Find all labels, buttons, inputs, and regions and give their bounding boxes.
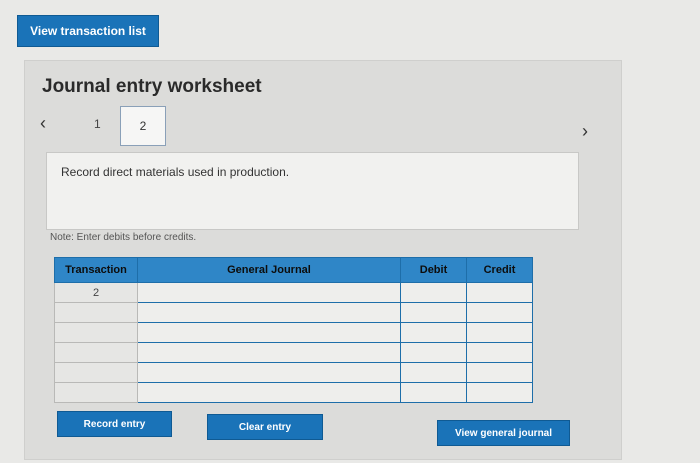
header-general-journal: General Journal bbox=[137, 257, 401, 283]
table-row bbox=[54, 382, 533, 403]
journal-table: Transaction General Journal Debit Credit… bbox=[54, 257, 533, 403]
account-cell[interactable] bbox=[137, 382, 401, 403]
debit-cell[interactable] bbox=[400, 382, 467, 403]
step-2-label: 2 bbox=[139, 119, 147, 133]
transaction-cell bbox=[54, 322, 138, 343]
transaction-cell bbox=[54, 362, 138, 383]
step-2-tab[interactable]: 2 bbox=[120, 106, 166, 146]
credit-cell[interactable] bbox=[466, 382, 533, 403]
header-debit: Debit bbox=[400, 257, 467, 283]
credit-cell[interactable] bbox=[466, 282, 533, 303]
credit-cell[interactable] bbox=[466, 302, 533, 323]
debit-cell[interactable] bbox=[400, 342, 467, 363]
header-transaction: Transaction bbox=[54, 257, 138, 283]
transaction-cell bbox=[54, 342, 138, 363]
debit-cell[interactable] bbox=[400, 282, 467, 303]
credit-cell[interactable] bbox=[466, 362, 533, 383]
step-1-tab[interactable]: 1 bbox=[94, 117, 101, 131]
description-text: Record direct materials used in producti… bbox=[61, 165, 290, 179]
debit-cell[interactable] bbox=[400, 322, 467, 343]
view-transaction-list-button[interactable]: View transaction list bbox=[17, 15, 159, 47]
account-cell[interactable] bbox=[137, 362, 401, 383]
account-cell[interactable] bbox=[137, 342, 401, 363]
table-row bbox=[54, 302, 533, 323]
header-credit: Credit bbox=[466, 257, 533, 283]
credit-cell[interactable] bbox=[466, 322, 533, 343]
transaction-cell: 2 bbox=[54, 282, 138, 303]
table-row bbox=[54, 342, 533, 363]
table-row bbox=[54, 322, 533, 343]
debit-cell[interactable] bbox=[400, 302, 467, 323]
view-general-journal-button[interactable]: View general journal bbox=[437, 420, 570, 446]
table-row: 2 bbox=[54, 282, 533, 303]
description-box: Record direct materials used in producti… bbox=[46, 152, 579, 230]
worksheet-title: Journal entry worksheet bbox=[42, 76, 262, 97]
chevron-right-icon[interactable]: › bbox=[582, 121, 588, 142]
transaction-cell bbox=[54, 302, 138, 323]
account-cell[interactable] bbox=[137, 302, 401, 323]
account-cell[interactable] bbox=[137, 282, 401, 303]
transaction-cell bbox=[54, 382, 138, 403]
debit-cell[interactable] bbox=[400, 362, 467, 383]
account-cell[interactable] bbox=[137, 322, 401, 343]
note-text: Note: Enter debits before credits. bbox=[50, 232, 197, 243]
record-entry-button[interactable]: Record entry bbox=[57, 411, 172, 437]
chevron-left-icon[interactable]: ‹ bbox=[40, 113, 46, 134]
credit-cell[interactable] bbox=[466, 342, 533, 363]
clear-entry-button[interactable]: Clear entry bbox=[207, 414, 323, 440]
table-row bbox=[54, 362, 533, 383]
